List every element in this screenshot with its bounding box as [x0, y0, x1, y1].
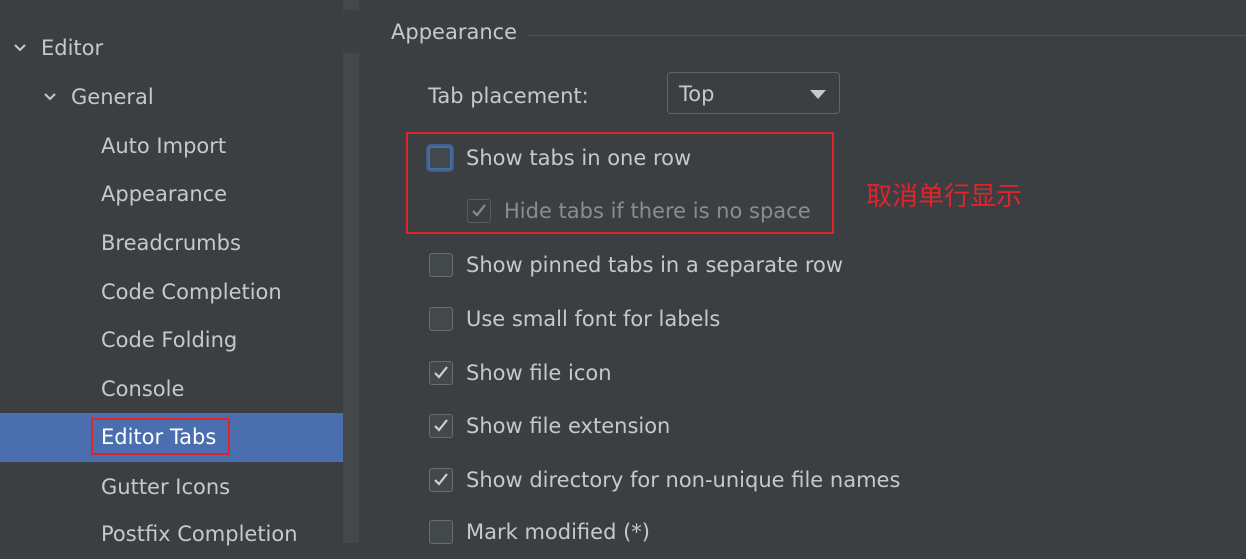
chevron-down-icon[interactable] — [13, 41, 27, 55]
mark-modified-checkbox[interactable] — [429, 520, 453, 544]
tree-item-console[interactable]: Console — [0, 365, 359, 414]
show-file-extension-checkbox[interactable] — [429, 414, 453, 438]
tree-item-postfix-completion[interactable]: Postfix Completion — [0, 510, 359, 559]
show-tabs-one-row-checkbox[interactable] — [428, 146, 452, 170]
tree-item-label: Code Folding — [101, 328, 238, 352]
tree-item-label: Console — [101, 377, 185, 401]
tree-item-auto-import[interactable]: Auto Import — [0, 122, 359, 171]
tree-item-label: General — [71, 85, 154, 109]
sidebar-scrollbar[interactable] — [343, 0, 359, 543]
show-file-icon-checkbox[interactable] — [429, 361, 453, 385]
show-file-icon-label[interactable]: Show file icon — [466, 361, 612, 385]
hide-tabs-no-space-label[interactable]: Hide tabs if there is no space — [504, 199, 811, 223]
dropdown-arrow-icon — [810, 90, 826, 99]
hide-tabs-no-space-checkbox[interactable] — [467, 199, 491, 223]
show-pinned-tabs-checkbox[interactable] — [429, 253, 453, 277]
settings-tree: Editor General Auto Import Appearance Br… — [0, 0, 359, 546]
tree-item-label: Appearance — [101, 182, 228, 206]
section-title: Appearance — [391, 20, 518, 44]
small-font-label[interactable]: Use small font for labels — [466, 307, 720, 331]
show-directory-label[interactable]: Show directory for non-unique file names — [466, 468, 900, 492]
show-file-extension-label[interactable]: Show file extension — [466, 414, 670, 438]
tree-item-editor[interactable]: Editor — [0, 24, 359, 73]
show-tabs-one-row-label[interactable]: Show tabs in one row — [466, 146, 691, 170]
tree-item-label: Gutter Icons — [101, 475, 231, 499]
tree-item-editor-tabs[interactable]: Editor Tabs — [0, 413, 359, 462]
annotation-text: 取消单行显示 — [866, 182, 1023, 212]
settings-panel: Appearance Tab placement: Top Show tabs … — [359, 0, 1246, 544]
tree-item-general[interactable]: General — [0, 73, 359, 122]
highlight-box — [91, 418, 230, 455]
checkmark-icon — [434, 473, 448, 486]
tree-item-appearance[interactable]: Appearance — [0, 170, 359, 219]
tab-placement-dropdown[interactable]: Top — [667, 72, 840, 114]
mark-modified-label[interactable]: Mark modified (*) — [466, 520, 650, 544]
tree-item-breadcrumbs[interactable]: Breadcrumbs — [0, 219, 359, 268]
tree-item-label: Postfix Completion — [101, 522, 298, 546]
tree-item-code-completion[interactable]: Code Completion — [0, 268, 359, 317]
chevron-down-icon[interactable] — [43, 90, 57, 104]
checkmark-icon — [472, 204, 486, 217]
show-directory-checkbox[interactable] — [429, 468, 453, 492]
checkmark-icon — [434, 366, 448, 379]
tree-item-label: Breadcrumbs — [101, 231, 241, 255]
tab-placement-label: Tab placement: — [428, 84, 589, 108]
tree-item-label: Code Completion — [101, 280, 282, 304]
sidebar-scrollbar-thumb[interactable] — [343, 10, 359, 53]
section-divider — [527, 35, 1246, 36]
tree-item-label: Editor — [41, 36, 104, 60]
show-pinned-tabs-label[interactable]: Show pinned tabs in a separate row — [466, 253, 843, 277]
tree-item-code-folding[interactable]: Code Folding — [0, 316, 359, 365]
tree-item-gutter-icons[interactable]: Gutter Icons — [0, 463, 359, 512]
small-font-checkbox[interactable] — [429, 307, 453, 331]
tab-placement-value: Top — [679, 82, 715, 106]
checkmark-icon — [434, 419, 448, 432]
tree-item-label: Auto Import — [101, 134, 227, 158]
